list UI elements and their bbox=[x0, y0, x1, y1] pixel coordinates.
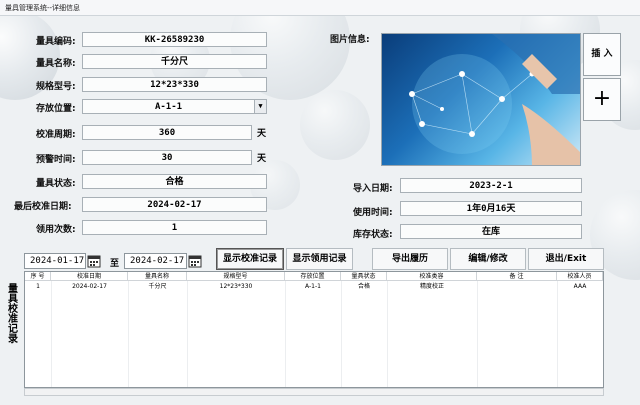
table-row[interactable]: 1 2024-02-17 千分尺 12*23*330 A-1-1 合格 精度校正 AAA bbox=[25, 282, 603, 291]
table-cell: 合格 bbox=[357, 283, 370, 290]
export-history-button[interactable]: 导出履历 bbox=[372, 248, 448, 270]
column-header[interactable]: 存放位置 bbox=[285, 272, 341, 281]
usetime-field[interactable]: 1年0月16天 bbox=[400, 201, 582, 216]
column-divider bbox=[477, 281, 478, 387]
show-calibration-button[interactable]: 显示校准记录 bbox=[216, 248, 284, 270]
calibration-table[interactable]: 序 号校准日期 量具名称 规格型号 存放位置 量具状态 校准类容备 注校准人员 1 2024… bbox=[24, 271, 604, 388]
column-header[interactable]: 校准日期 bbox=[51, 272, 128, 281]
column-header[interactable]: 序 号 bbox=[25, 272, 51, 281]
import-label: 导入日期: bbox=[353, 184, 393, 194]
show-usage-button[interactable]: 显示领用记录 bbox=[286, 248, 353, 270]
table-cell: AAA bbox=[573, 283, 587, 290]
column-header[interactable]: 量具名称 bbox=[128, 272, 187, 281]
plus-icon: + bbox=[592, 86, 612, 111]
location-label: 存放位置: bbox=[36, 104, 76, 114]
table-cell: 千分尺 bbox=[148, 283, 167, 290]
equipment-photo bbox=[381, 33, 581, 166]
table-cell: A-1-1 bbox=[305, 283, 321, 290]
column-header[interactable]: 校准人员 bbox=[557, 272, 603, 281]
spec-label: 规格型号: bbox=[36, 82, 76, 92]
column-divider bbox=[341, 281, 342, 387]
code-field[interactable]: KK-26589230 bbox=[82, 32, 267, 47]
table-cell: 12*23*330 bbox=[219, 283, 253, 290]
cycle-unit: 天 bbox=[257, 129, 267, 139]
import-field[interactable]: 2023-2-1 bbox=[400, 178, 582, 193]
lastcal-label: 最后校准日期: bbox=[14, 202, 72, 212]
column-divider bbox=[128, 281, 129, 387]
warn-field[interactable]: 30 bbox=[82, 150, 252, 165]
column-divider bbox=[557, 281, 558, 387]
date-from-value: 2024-01-17 bbox=[30, 256, 85, 266]
code-label: 量具编码: bbox=[36, 37, 76, 47]
name-field[interactable]: 千分尺 bbox=[82, 54, 267, 69]
date-from-input[interactable]: 2024-01-17 bbox=[24, 253, 101, 269]
grid-side-label: 量具校准记录 bbox=[6, 285, 20, 345]
column-divider bbox=[187, 281, 188, 387]
name-label: 量具名称: bbox=[36, 59, 76, 69]
table-cell bbox=[477, 282, 557, 291]
chevron-down-icon[interactable]: ▼ bbox=[254, 100, 266, 113]
stock-field[interactable]: 在库 bbox=[400, 224, 582, 239]
spec-field[interactable]: 12*23*330 bbox=[82, 77, 267, 92]
cycle-field[interactable]: 360 bbox=[82, 125, 252, 140]
calendar-icon[interactable] bbox=[87, 254, 101, 268]
column-header[interactable]: 规格型号 bbox=[187, 272, 285, 281]
exit-button[interactable]: 退出/Exit bbox=[528, 248, 604, 270]
column-divider bbox=[387, 281, 388, 387]
edit-button[interactable]: 编辑/修改 bbox=[450, 248, 526, 270]
horizontal-scrollbar[interactable] bbox=[24, 388, 604, 396]
column-divider bbox=[51, 281, 52, 387]
table-cell: 2024-02-17 bbox=[72, 283, 107, 290]
status-label: 量具状态: bbox=[36, 179, 76, 189]
calendar-icon[interactable] bbox=[188, 254, 202, 268]
location-select[interactable]: A-1-1 ▼ bbox=[82, 99, 267, 114]
date-to-input[interactable]: 2024-02-17 bbox=[124, 253, 202, 269]
table-header: 序 号校准日期 量具名称 规格型号 存放位置 量具状态 校准类容备 注校准人员 bbox=[25, 272, 603, 281]
window-title: 量具管理系统--详细信息 bbox=[0, 0, 640, 16]
add-photo-button[interactable]: + bbox=[583, 78, 621, 121]
warn-label: 预警时间: bbox=[36, 155, 76, 165]
insert-photo-button[interactable]: 插 入 bbox=[583, 33, 621, 76]
side-label-char: 录 bbox=[8, 334, 18, 345]
location-value: A-1-1 bbox=[154, 102, 183, 112]
status-field[interactable]: 合格 bbox=[82, 174, 267, 189]
column-divider bbox=[285, 281, 286, 387]
usetime-label: 使用时间: bbox=[353, 208, 393, 218]
usecount-field[interactable]: 1 bbox=[82, 220, 267, 235]
column-header[interactable]: 校准类容 bbox=[387, 272, 477, 281]
cycle-label: 校准周期: bbox=[36, 130, 76, 140]
column-header[interactable]: 备 注 bbox=[477, 272, 557, 281]
usecount-label: 领用次数: bbox=[36, 225, 76, 235]
lastcal-field[interactable]: 2024-02-17 bbox=[82, 197, 267, 212]
table-cell: 1 bbox=[36, 283, 40, 290]
table-cell: 精度校正 bbox=[419, 283, 444, 290]
photo-label: 图片信息: bbox=[330, 35, 370, 45]
column-header[interactable]: 量具状态 bbox=[341, 272, 387, 281]
date-to-value: 2024-02-17 bbox=[130, 256, 185, 266]
warn-unit: 天 bbox=[257, 154, 267, 164]
date-to-label: 至 bbox=[110, 259, 120, 269]
stock-label: 库存状态: bbox=[353, 230, 393, 240]
